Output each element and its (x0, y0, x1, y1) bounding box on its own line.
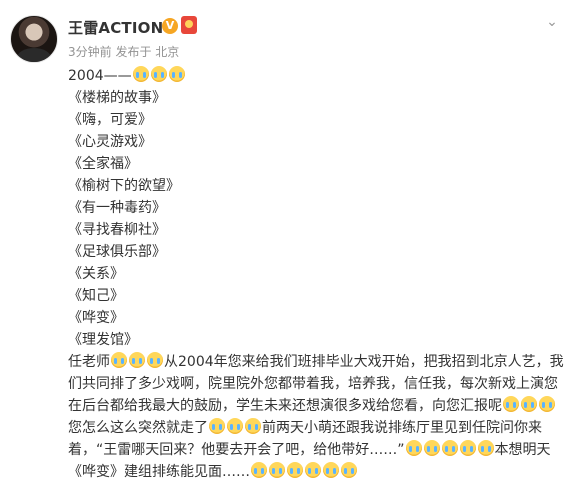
crying-face-emoji (305, 462, 321, 478)
title-item: 《榆树下的欲望》 (68, 178, 180, 194)
chevron-down-icon[interactable]: ⌄ (544, 14, 560, 30)
title-item: 《寻找春柳社》 (68, 222, 166, 238)
crying-face-emoji (341, 462, 357, 478)
crying-face-emoji (477, 440, 494, 456)
crying-face-emoji (441, 440, 458, 456)
post-time[interactable]: 3分钟前 (68, 45, 112, 59)
crying-face-emoji (287, 462, 303, 478)
crying-face-emoji (323, 462, 339, 478)
crying-face-emoji (132, 66, 149, 82)
crying-face-emoji (405, 440, 422, 456)
tribute-paragraph: 任老师 从2004年您来给我们班排毕业大戏开始，把我招到北京人艺，我们共同排了多少… (68, 351, 568, 483)
year-text: 2004—— (68, 68, 132, 84)
crying-face-emoji (147, 352, 163, 368)
post-content: 2004—— 《楼梯的故事》 《嗨，可爱》 《心灵游戏》 《全家福》《榆树下的欲望》《… (68, 65, 568, 483)
title-item: 《理发馆》 (68, 332, 138, 348)
username[interactable]: 王雷ACTION (68, 17, 163, 38)
title-item: 《心灵游戏》 (68, 134, 152, 150)
crying-face-emoji (111, 352, 127, 368)
crying-face-emoji (459, 440, 476, 456)
para-a: 任老师 (68, 354, 110, 370)
title-item: 《楼梯的故事》 (68, 90, 166, 106)
crying-face-emoji (168, 66, 185, 82)
year-line: 2004—— (68, 65, 568, 87)
title-item: 《知己》 (68, 288, 124, 304)
post-meta: 3分钟前 发布于 北京 (68, 43, 179, 60)
crying-face-emoji (521, 396, 537, 412)
crying-face-emoji (129, 352, 145, 368)
title-item: 《哗变》 (68, 310, 124, 326)
crying-face-emoji (503, 396, 519, 412)
crying-face-emoji (227, 418, 243, 434)
post-location: 发布于 北京 (115, 45, 180, 59)
crying-face-emoji (245, 418, 261, 434)
title-item: 《足球俱乐部》 (68, 244, 166, 260)
title-item: 《嗨，可爱》 (68, 112, 152, 128)
crying-face-emoji (209, 418, 225, 434)
crying-face-emoji (269, 462, 285, 478)
verified-v-icon: V (162, 18, 178, 34)
para-c: 您怎么这么突然就走了 (68, 420, 208, 436)
title-item: 《有一种毒药》 (68, 200, 166, 216)
title-item: 《全家福》 (68, 156, 138, 172)
title-item: 《关系》 (68, 266, 124, 282)
crying-face-emoji (251, 462, 267, 478)
crying-face-emoji (539, 396, 555, 412)
crying-face-emoji (423, 440, 440, 456)
member-medal-icon[interactable] (181, 16, 197, 34)
title-list: 《楼梯的故事》 《嗨，可爱》 《心灵游戏》 《全家福》《榆树下的欲望》 《有一种毒药》《… (68, 87, 568, 351)
crying-face-emoji (150, 66, 167, 82)
avatar[interactable] (10, 15, 58, 63)
